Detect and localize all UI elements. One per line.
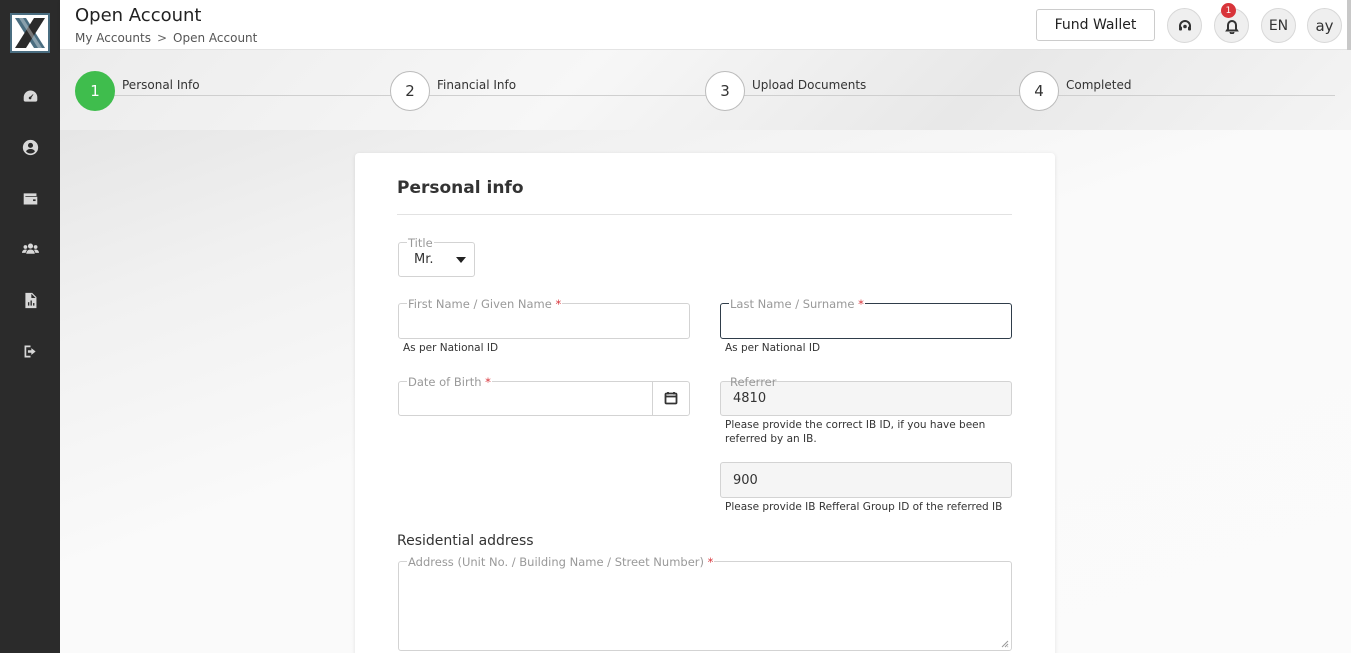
- fund-wallet-button[interactable]: Fund Wallet: [1036, 9, 1155, 41]
- card-title: Personal info: [397, 178, 524, 198]
- card-divider: [397, 214, 1012, 215]
- address-textarea[interactable]: [398, 561, 1012, 651]
- dashboard-icon[interactable]: [20, 86, 40, 106]
- ib-group-value: 900: [733, 473, 758, 488]
- chevron-down-icon: [456, 257, 466, 263]
- bell-icon: [1224, 19, 1239, 34]
- step-4-label: Completed: [1066, 78, 1132, 92]
- x-logo-icon: [15, 18, 45, 48]
- referrer-value: 4810: [733, 391, 767, 406]
- ib-group-hint: Please provide IB Refferal Group ID of t…: [725, 501, 1003, 513]
- personal-info-card: Personal info Mr. Title First Name / Giv…: [355, 153, 1055, 653]
- last-name-label: Last Name / Surname *: [729, 297, 865, 311]
- breadcrumb-separator: >: [156, 31, 168, 45]
- step-3-label: Upload Documents: [752, 78, 867, 92]
- step-3-circle[interactable]: 3: [705, 71, 745, 111]
- brand-logo[interactable]: [10, 13, 50, 53]
- step-4-circle[interactable]: 4: [1019, 71, 1059, 111]
- address-label: Address (Unit No. / Building Name / Stre…: [407, 555, 715, 569]
- breadcrumb-item-my-accounts[interactable]: My Accounts: [75, 31, 151, 45]
- user-icon[interactable]: [20, 137, 40, 157]
- step-1-circle[interactable]: 1: [75, 71, 115, 111]
- notification-badge: 1: [1221, 3, 1236, 18]
- team-icon[interactable]: [20, 239, 40, 259]
- step-2-label: Financial Info: [437, 78, 517, 92]
- resize-handle-icon[interactable]: [1001, 640, 1009, 648]
- date-of-birth-label: Date of Birth *: [407, 375, 492, 389]
- step-1-label: Personal Info: [122, 78, 200, 92]
- first-name-label: First Name / Given Name *: [407, 297, 563, 311]
- calendar-button[interactable]: [652, 381, 689, 415]
- support-button[interactable]: [1167, 8, 1202, 43]
- breadcrumb-item-open-account: Open Account: [173, 31, 258, 45]
- ib-group-input: 900: [720, 462, 1012, 498]
- sidebar: [0, 0, 60, 653]
- page-title: Open Account: [75, 5, 202, 26]
- referrer-label: Referrer: [730, 375, 777, 389]
- referrer-hint: Please provide the correct IB ID, if you…: [725, 419, 986, 445]
- title-label: Title: [407, 236, 434, 250]
- breadcrumb: My Accounts > Open Account: [75, 31, 257, 45]
- step-2-circle[interactable]: 2: [390, 71, 430, 111]
- headset-icon: [1178, 19, 1191, 30]
- user-avatar[interactable]: ay: [1307, 8, 1342, 43]
- last-name-hint: As per National ID: [725, 342, 821, 354]
- language-button[interactable]: EN: [1261, 8, 1296, 43]
- wallet-icon[interactable]: [20, 188, 40, 208]
- residential-address-heading: Residential address: [397, 533, 534, 549]
- top-header: Open Account My Accounts > Open Account …: [60, 0, 1351, 50]
- first-name-hint: As per National ID: [403, 342, 499, 354]
- calendar-icon: [664, 392, 678, 405]
- logout-icon[interactable]: [20, 341, 40, 361]
- title-select-value: Mr.: [414, 252, 434, 267]
- report-icon[interactable]: [20, 290, 40, 310]
